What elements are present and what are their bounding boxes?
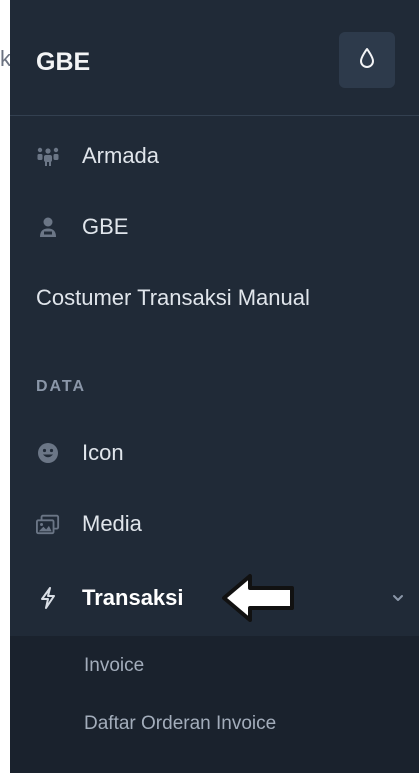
- bolt-icon: [36, 586, 60, 610]
- transaksi-submenu: Invoice Daftar Orderan Invoice: [10, 636, 419, 773]
- sidebar-item-media[interactable]: Media: [10, 498, 419, 550]
- sidebar: GBE Armada GBE Costumer Transaksi Manual…: [10, 0, 419, 773]
- annotation-arrow-icon: [220, 572, 296, 624]
- chevron-down-icon[interactable]: [390, 590, 406, 606]
- sidebar-item-gbe[interactable]: GBE: [10, 201, 419, 253]
- user-tie-icon: [36, 215, 60, 239]
- smile-icon: [36, 441, 60, 465]
- sidebar-item-transaksi[interactable]: Transaksi: [10, 572, 419, 624]
- sidebar-item-label: Armada: [82, 143, 160, 168]
- users-icon: [36, 144, 60, 168]
- sidebar-brand: GBE: [10, 0, 419, 116]
- brand-title[interactable]: GBE: [36, 47, 90, 77]
- theme-toggle-button[interactable]: [339, 32, 395, 88]
- sidebar-item-label: Media: [82, 511, 142, 536]
- sidebar-item-label: Costumer Transaksi Manual: [36, 285, 310, 310]
- droplet-icon: [359, 47, 375, 74]
- section-header-data: DATA: [36, 378, 87, 395]
- sidebar-item-costumer-transaksi-manual[interactable]: Costumer Transaksi Manual: [10, 272, 419, 324]
- sidebar-item-label: GBE: [82, 214, 129, 239]
- submenu-item-daftar-orderan-invoice[interactable]: Daftar Orderan Invoice: [84, 713, 276, 735]
- sidebar-item-armada[interactable]: Armada: [10, 130, 419, 182]
- images-icon: [36, 512, 60, 536]
- sidebar-item-icon[interactable]: Icon: [10, 427, 419, 479]
- submenu-item-invoice[interactable]: Invoice: [84, 655, 144, 677]
- sidebar-item-label: Transaksi: [82, 585, 184, 610]
- sidebar-item-label: Icon: [82, 440, 124, 465]
